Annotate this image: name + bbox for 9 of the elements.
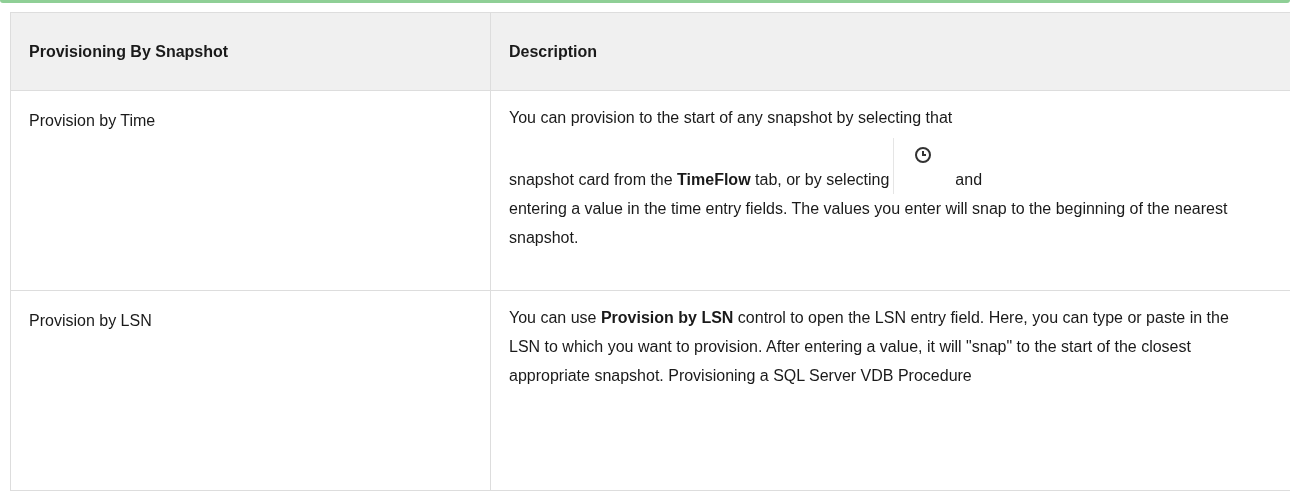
table-cell: Provision by Time (10, 90, 491, 291)
column-header: Description (490, 12, 1290, 91)
description-text: entering a value in the time entry fields. The values you enter will snap to the beginning of the nearest snapshot. (509, 199, 1229, 248)
description-text: You can provision to the start of any snapshot by selecting that (509, 108, 954, 128)
table-cell: Provision by LSN (10, 290, 491, 491)
description-text: and (955, 170, 983, 190)
description-text: snapshot card from the TimeFlow tab, or by selecting (509, 170, 890, 190)
description-text: You can use Provision by LSN control to open the LSN entry field. Here, you can type or paste in the LSN to which you want to provision. After entering a value, it will "snap" to the start of the closest appropriate snapshot. Provisioning a SQL Server VDB Procedure (509, 308, 1230, 386)
column-header: Provisioning By Snapshot (10, 12, 491, 91)
